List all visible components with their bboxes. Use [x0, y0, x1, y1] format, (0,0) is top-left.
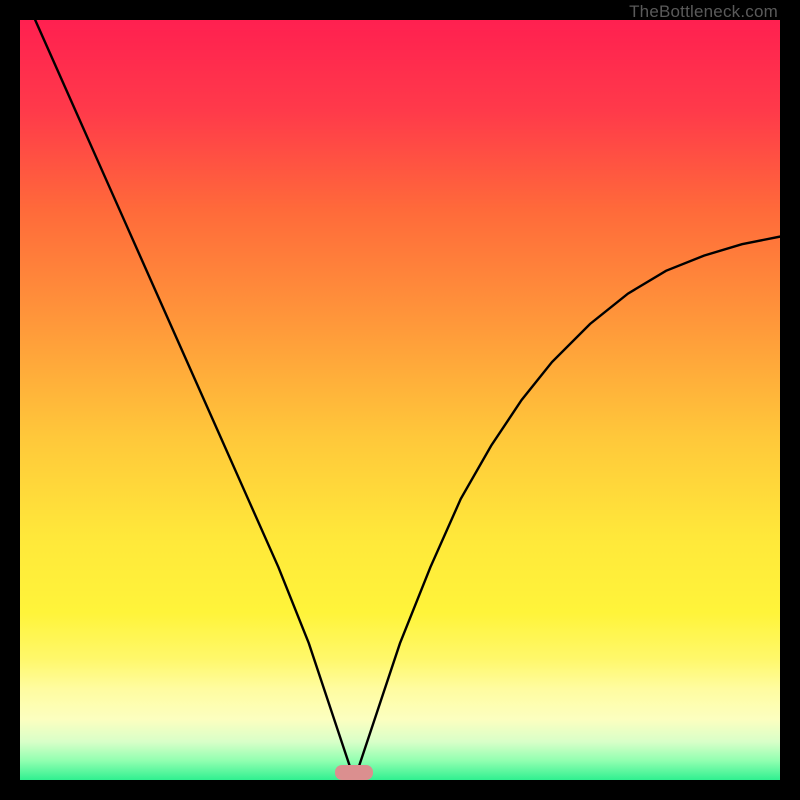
plot-area [20, 20, 780, 780]
gradient-background [20, 20, 780, 780]
optimum-marker [335, 765, 373, 780]
watermark-text: TheBottleneck.com [629, 2, 778, 22]
chart-frame: TheBottleneck.com [0, 0, 800, 800]
